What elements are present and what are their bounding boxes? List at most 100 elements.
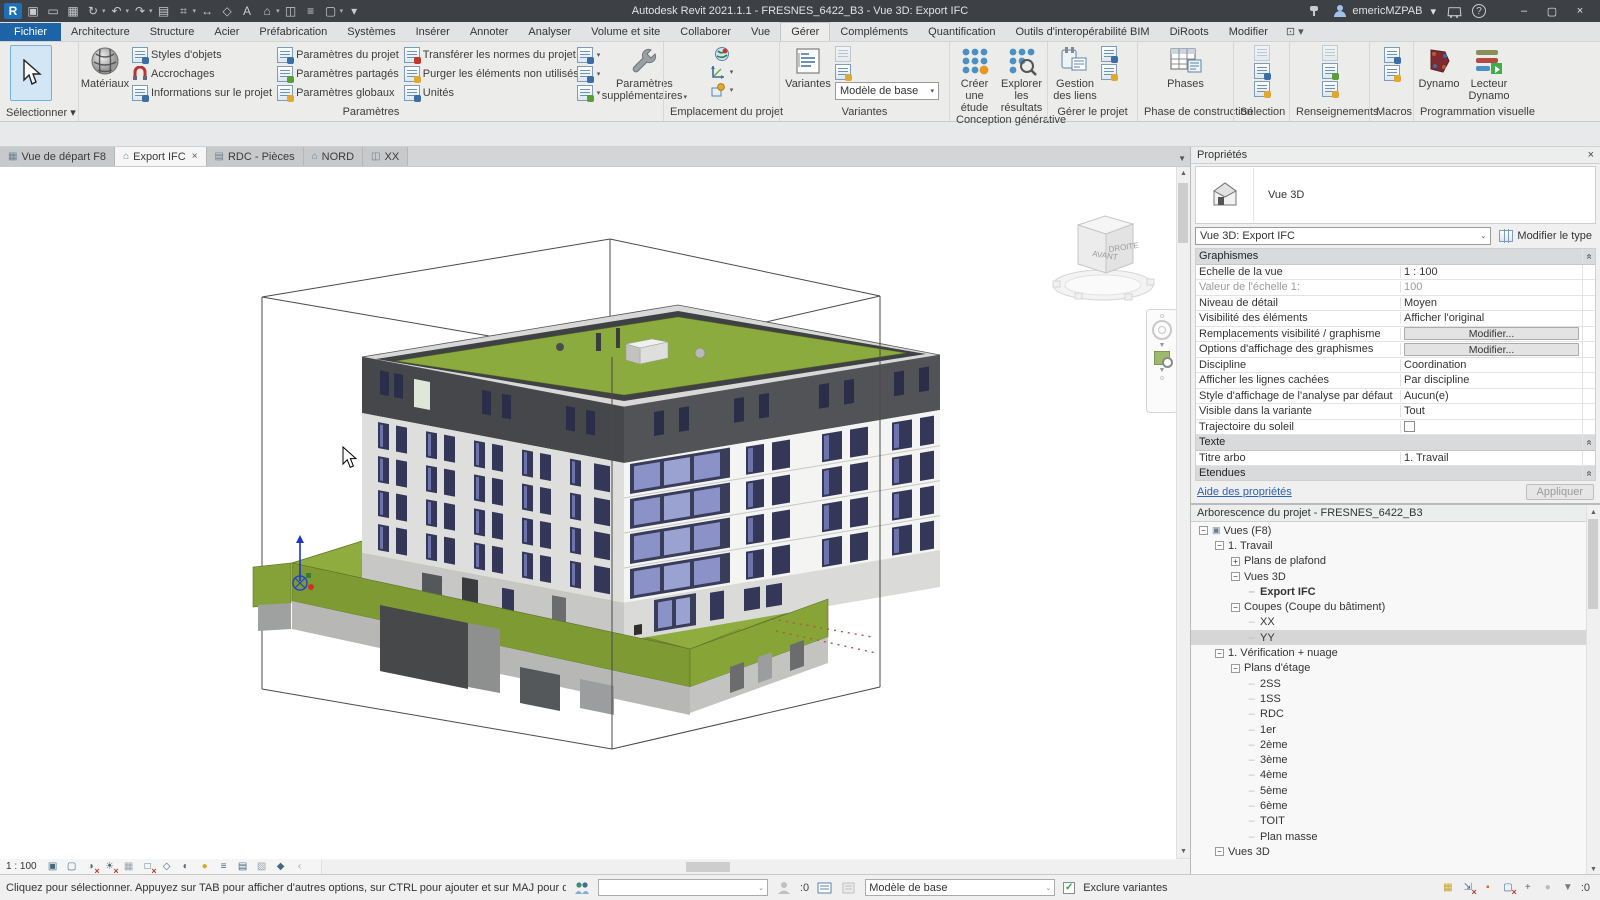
- active-workset-select[interactable]: ⌄: [598, 879, 768, 896]
- editing-requests-icon[interactable]: [817, 881, 833, 895]
- tree-item-vues-3d[interactable]: −Vues 3D: [1191, 844, 1600, 859]
- structural-settings-button[interactable]: ▾: [575, 46, 601, 63]
- panel-label-selectionner[interactable]: Sélectionner ▾: [2, 106, 76, 121]
- maximize-button[interactable]: ▢: [1538, 1, 1566, 21]
- section-icon[interactable]: ◫: [282, 2, 300, 20]
- prop-checkbox-trajectoire-du-soleil[interactable]: [1404, 421, 1415, 432]
- coordonnees-button[interactable]: ▾: [708, 63, 736, 80]
- sync-dropdown-icon[interactable]: ▾: [102, 7, 106, 15]
- sync-icon[interactable]: ↻: [84, 2, 102, 20]
- canvas-vertical-scrollbar[interactable]: ▲ ▼: [1176, 167, 1190, 858]
- crop-view-icon[interactable]: ▦: [122, 860, 136, 873]
- tree-scroll-up-icon[interactable]: ▲: [1590, 506, 1597, 519]
- view-tab-rdc-pi-ces[interactable]: ▤RDC - Pièces: [207, 147, 304, 166]
- collapse-icon[interactable]: −: [1231, 664, 1240, 673]
- decal-icon[interactable]: [1101, 46, 1117, 62]
- reveal-constraints-icon[interactable]: ◆: [274, 860, 288, 873]
- worksharing-display-icon[interactable]: ≡: [217, 860, 231, 873]
- measure-icon[interactable]: ⌗: [175, 2, 193, 20]
- section-collapse-icon[interactable]: «: [1584, 253, 1595, 259]
- properties-close-icon[interactable]: ×: [1588, 149, 1594, 161]
- edit-selection-icon[interactable]: [1254, 81, 1270, 97]
- ribbon-tab-pr-fabrication[interactable]: Préfabrication: [249, 23, 337, 41]
- horizontal-scroll-thumb[interactable]: [686, 862, 730, 872]
- open-icon[interactable]: ▭: [44, 2, 62, 20]
- ribbon-tab-compl-ments[interactable]: Compléments: [830, 23, 918, 41]
- print-icon[interactable]: ▤: [155, 2, 173, 20]
- design-option-select[interactable]: Modèle de base▾: [835, 82, 939, 100]
- ribbon-tab-diroots[interactable]: DiRoots: [1160, 23, 1219, 41]
- type-selector-dropdown[interactable]: Vue 3D: Export IFC⌄: [1195, 227, 1491, 245]
- collapse-icon[interactable]: ‹: [293, 860, 307, 873]
- tree-item-2-me[interactable]: –2ème: [1191, 737, 1600, 752]
- minimize-button[interactable]: –: [1510, 1, 1538, 21]
- active-option-icon[interactable]: [835, 64, 851, 80]
- purger-button[interactable]: Purger les éléments non utilisés: [402, 65, 574, 82]
- explorer-resultats-button[interactable]: Explorer les résultats: [998, 43, 1045, 114]
- prop-value-options-d-affichage-des-graphismes[interactable]: Modifier...: [1401, 343, 1582, 356]
- ribbon-tab-vue[interactable]: Vue: [741, 23, 780, 41]
- mep-settings-button[interactable]: ▾: [575, 65, 601, 82]
- close-button[interactable]: ×: [1566, 1, 1594, 21]
- background-processes-icon[interactable]: ●: [1541, 881, 1555, 894]
- ribbon-tab-volume-et-site[interactable]: Volume et site: [581, 23, 670, 41]
- filter-icon[interactable]: ▼: [1561, 881, 1575, 894]
- macro-security-icon[interactable]: [1384, 65, 1400, 81]
- macro-manager-icon[interactable]: [1384, 47, 1400, 63]
- redo-icon[interactable]: ↷: [131, 2, 149, 20]
- close-hidden-windows-dropdown-icon[interactable]: ▾: [340, 7, 344, 15]
- tree-item-rdc[interactable]: –RDC: [1191, 707, 1600, 722]
- prop-value-style-d-affichage-de-l-analyse-par-d-faut[interactable]: Aucun(e): [1401, 390, 1582, 402]
- view-tab-export-ifc[interactable]: ⌂Export IFC×: [115, 147, 206, 166]
- tree-scroll-down-icon[interactable]: ▼: [1590, 863, 1597, 876]
- prop-value-visibilit-des-l-ments[interactable]: Afficher l'original: [1401, 312, 1582, 324]
- dynamo-button[interactable]: Dynamo: [1416, 43, 1462, 90]
- ribbon-tab-fichier[interactable]: Fichier: [0, 23, 61, 41]
- tree-item-toit[interactable]: –TOIT: [1191, 814, 1600, 829]
- navbar-wheel-chevron-icon[interactable]: ▼: [1159, 342, 1166, 349]
- ribbon-tab-modifier[interactable]: Modifier: [1219, 23, 1278, 41]
- visual-style-icon[interactable]: ▣: [46, 860, 60, 873]
- project-browser-header[interactable]: Arborescence du projet - FRESNES_6422_B3…: [1191, 505, 1600, 522]
- analytical-model-icon[interactable]: ▧: [255, 860, 269, 873]
- modify-type-button[interactable]: Modifier le type: [1495, 228, 1596, 244]
- view-tab-xx[interactable]: ◫XX: [363, 147, 408, 166]
- phases-button[interactable]: Phases: [1160, 43, 1212, 90]
- tree-item-1ss[interactable]: –1SS: [1191, 691, 1600, 706]
- store-icon[interactable]: [1446, 4, 1462, 18]
- unites-button[interactable]: Unités: [402, 84, 574, 101]
- tree-item-yy[interactable]: –YY: [1191, 630, 1600, 645]
- collapse-icon[interactable]: −: [1215, 541, 1224, 550]
- help-icon[interactable]: ?: [1472, 4, 1486, 18]
- canvas-horizontal-scrollbar[interactable]: [321, 860, 1190, 874]
- shadows-off-icon[interactable]: ◑: [84, 860, 98, 873]
- sun-path-off-icon[interactable]: ☀: [103, 860, 117, 873]
- modifier-button[interactable]: [10, 45, 52, 101]
- view-tab-close-icon[interactable]: ×: [192, 151, 198, 162]
- creer-etude-button[interactable]: Créer une étude: [952, 43, 997, 114]
- collapse-icon[interactable]: −: [1215, 649, 1224, 658]
- active-design-option-select[interactable]: Modèle de base⌄: [865, 879, 1055, 896]
- tree-item-1-travail[interactable]: −1. Travail: [1191, 538, 1600, 553]
- drawing-area[interactable]: AVANT DROITE ▼ ▼ ▲ ▼: [0, 166, 1190, 858]
- tree-scrollbar[interactable]: ▲ ▼: [1586, 505, 1600, 874]
- tree-item-xx[interactable]: –XX: [1191, 615, 1600, 630]
- design-options-status-icon[interactable]: [841, 881, 857, 895]
- building-model[interactable]: [362, 305, 940, 641]
- select-by-id-icon[interactable]: [1322, 63, 1338, 79]
- ribbon-tab-architecture[interactable]: Architecture: [61, 23, 140, 41]
- parametres-globaux-button[interactable]: Paramètres globaux: [275, 84, 401, 101]
- collapse-icon[interactable]: −: [1199, 526, 1208, 535]
- measure-dropdown-icon[interactable]: ▾: [193, 7, 197, 15]
- temporary-view-properties-icon[interactable]: ▤: [236, 860, 250, 873]
- ribbon-tab-syst-mes[interactable]: Systèmes: [337, 23, 405, 41]
- prop-value-visible-dans-la-variante[interactable]: Tout: [1401, 405, 1582, 417]
- select-underlay-off-icon[interactable]: ▢: [1501, 881, 1515, 894]
- select-links-off-icon[interactable]: ⇲: [1461, 881, 1475, 894]
- position-button[interactable]: ▾: [708, 81, 736, 98]
- prop-value-titre-arbo[interactable]: 1. Travail: [1401, 452, 1582, 464]
- select-pinned-off-icon[interactable]: ▪: [1481, 881, 1495, 894]
- navigation-bar[interactable]: ▼ ▼: [1146, 309, 1178, 413]
- view-tab-vue-de-d-part-f8[interactable]: ▦Vue de départ F8: [0, 147, 115, 166]
- tree-item-vues-3d[interactable]: −Vues 3D: [1191, 569, 1600, 584]
